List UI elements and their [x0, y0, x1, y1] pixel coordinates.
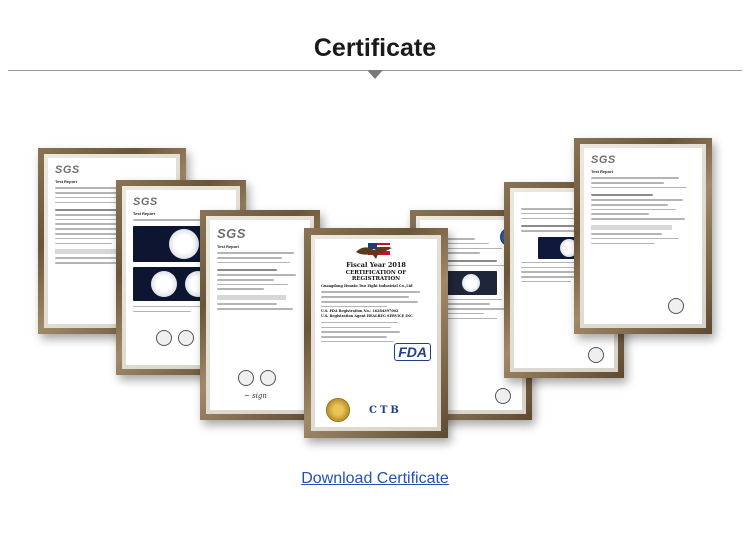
download-link-container: Download Certificate [0, 470, 750, 488]
ctb-logo: CTB [369, 405, 402, 416]
eagle-flag-icon [356, 243, 392, 259]
page-title: Certificate [313, 34, 437, 62]
gold-seal-icon [327, 399, 349, 421]
certificate-frame-7[interactable]: SGS Test Report [574, 138, 712, 334]
signature: ~ sign [244, 392, 267, 400]
registration-agent: U.S. Registration Agent HEALREG SERVICE … [321, 313, 413, 318]
download-certificate-link[interactable]: Download Certificate [301, 470, 449, 487]
divider-arrow-icon [367, 70, 383, 79]
certificate-frame-registration[interactable]: Fiscal Year 2018 CERTIFICATION OF REGIST… [304, 228, 448, 438]
sgs-logo: SGS [591, 154, 616, 166]
fda-logo: FDA [394, 343, 431, 361]
company-name: Guangdong Huaxin Two Eight Industrial Co… [321, 284, 413, 288]
report-heading: Test Report [217, 244, 239, 249]
sgs-logo: SGS [55, 164, 80, 176]
sgs-logo: SGS [133, 196, 158, 208]
sgs-logo: SGS [217, 226, 246, 241]
fiscal-year: Fiscal Year 2018 [346, 261, 406, 269]
certificate-frame-3[interactable]: SGS Test Report ~ sign [200, 210, 320, 420]
registration-title: CERTIFICATION OF REGISTRATION [345, 270, 407, 282]
report-heading: Test Report [591, 169, 613, 174]
